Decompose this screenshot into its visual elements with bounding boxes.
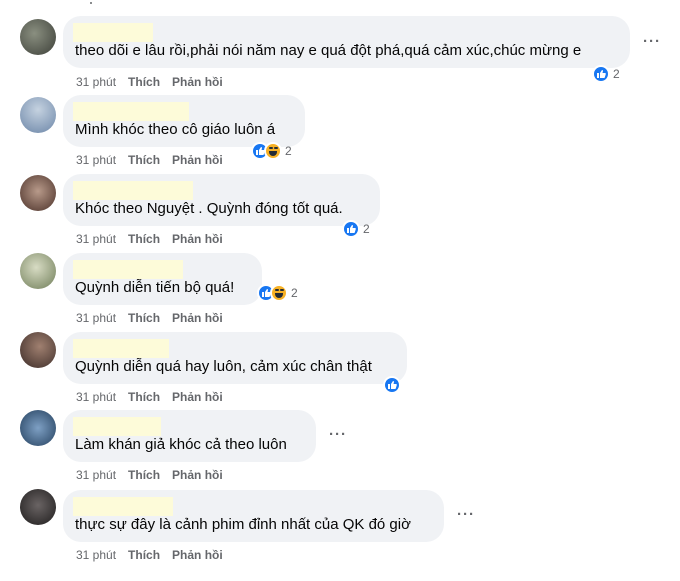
avatar[interactable] <box>20 97 56 133</box>
haha-icon <box>270 284 288 302</box>
like-button[interactable]: Thích <box>128 153 160 167</box>
reaction-summary[interactable]: 2 <box>342 219 370 239</box>
author-name-redacted[interactable] <box>73 102 189 121</box>
avatar[interactable] <box>20 175 56 211</box>
author-name-redacted[interactable] <box>73 339 169 358</box>
decorative-dot <box>90 2 92 4</box>
reaction-summary[interactable]: 2 <box>257 283 298 303</box>
author-name-redacted[interactable] <box>73 260 183 279</box>
comment-actions: 31 phút Thích Phản hồi <box>76 75 235 89</box>
reply-button[interactable]: Phản hồi <box>172 75 223 89</box>
avatar[interactable] <box>20 410 56 446</box>
reaction-summary[interactable]: 2 <box>592 64 620 84</box>
like-button[interactable]: Thích <box>128 390 160 404</box>
timestamp[interactable]: 31 phút <box>76 548 116 562</box>
like-button[interactable]: Thích <box>128 75 160 89</box>
reaction-summary[interactable]: 2 <box>251 141 292 161</box>
comment-actions: 31 phút Thích Phản hồi <box>76 311 235 325</box>
comment-bubble: Quỳnh diễn quá hay luôn, cảm xúc chân th… <box>63 332 407 384</box>
author-name-redacted[interactable] <box>73 497 173 516</box>
comment-actions: 31 phút Thích Phản hồi <box>76 468 235 482</box>
comment-text: Mình khóc theo cô giáo luôn á <box>75 121 276 138</box>
comment-actions: 31 phút Thích Phản hồi <box>76 548 235 562</box>
comment-bubble: Mình khóc theo cô giáo luôn á <box>63 95 305 147</box>
author-name-redacted[interactable] <box>73 417 161 436</box>
timestamp[interactable]: 31 phút <box>76 390 116 404</box>
haha-icon <box>264 142 282 160</box>
reaction-count: 2 <box>285 144 292 158</box>
comment-actions: 31 phút Thích Phản hồi <box>76 390 235 404</box>
like-button[interactable]: Thích <box>128 232 160 246</box>
comment-text: Quỳnh diễn tiến bộ quá! <box>75 279 235 296</box>
like-icon <box>592 65 610 83</box>
avatar[interactable] <box>20 19 56 55</box>
comment-bubble: Khóc theo Nguyệt . Quỳnh đóng tốt quá. <box>63 174 380 226</box>
timestamp[interactable]: 31 phút <box>76 153 116 167</box>
like-button[interactable]: Thích <box>128 468 160 482</box>
reaction-count: 2 <box>613 67 620 81</box>
comment-actions: 31 phút Thích Phản hồi <box>76 153 235 167</box>
reply-button[interactable]: Phản hồi <box>172 390 223 404</box>
like-icon <box>342 220 360 238</box>
like-icon <box>383 376 401 394</box>
more-options-icon[interactable]: ··· <box>457 506 475 523</box>
comment-text: theo dõi e lâu rồi,phải nói năm nay e qu… <box>75 42 582 59</box>
reply-button[interactable]: Phản hồi <box>172 153 223 167</box>
avatar[interactable] <box>20 489 56 525</box>
reply-button[interactable]: Phản hồi <box>172 311 223 325</box>
comment-text: Quỳnh diễn quá hay luôn, cảm xúc chân th… <box>75 358 372 375</box>
comment-text: Khóc theo Nguyệt . Quỳnh đóng tốt quá. <box>75 200 343 217</box>
reply-button[interactable]: Phản hồi <box>172 468 223 482</box>
reply-button[interactable]: Phản hồi <box>172 232 223 246</box>
reaction-summary[interactable] <box>383 375 404 395</box>
comment-actions: 31 phút Thích Phản hồi <box>76 232 235 246</box>
comment-text: thực sự đây là cảnh phim đỉnh nhất của Q… <box>75 516 411 533</box>
more-options-icon[interactable]: ··· <box>643 33 661 50</box>
timestamp[interactable]: 31 phút <box>76 232 116 246</box>
reaction-count: 2 <box>291 286 298 300</box>
timestamp[interactable]: 31 phút <box>76 468 116 482</box>
comment-bubble: thực sự đây là cảnh phim đỉnh nhất của Q… <box>63 490 444 542</box>
reaction-count: 2 <box>363 222 370 236</box>
avatar[interactable] <box>20 332 56 368</box>
timestamp[interactable]: 31 phút <box>76 75 116 89</box>
author-name-redacted[interactable] <box>73 23 153 42</box>
reply-button[interactable]: Phản hồi <box>172 548 223 562</box>
comment-bubble: theo dõi e lâu rồi,phải nói năm nay e qu… <box>63 16 630 68</box>
more-options-icon[interactable]: ··· <box>329 426 347 443</box>
like-button[interactable]: Thích <box>128 548 160 562</box>
author-name-redacted[interactable] <box>73 181 193 200</box>
comment-bubble: Làm khán giả khóc cả theo luôn <box>63 410 316 462</box>
avatar[interactable] <box>20 253 56 289</box>
comment-bubble: Quỳnh diễn tiến bộ quá! <box>63 253 262 305</box>
like-button[interactable]: Thích <box>128 311 160 325</box>
timestamp[interactable]: 31 phút <box>76 311 116 325</box>
comment-text: Làm khán giả khóc cả theo luôn <box>75 436 287 453</box>
